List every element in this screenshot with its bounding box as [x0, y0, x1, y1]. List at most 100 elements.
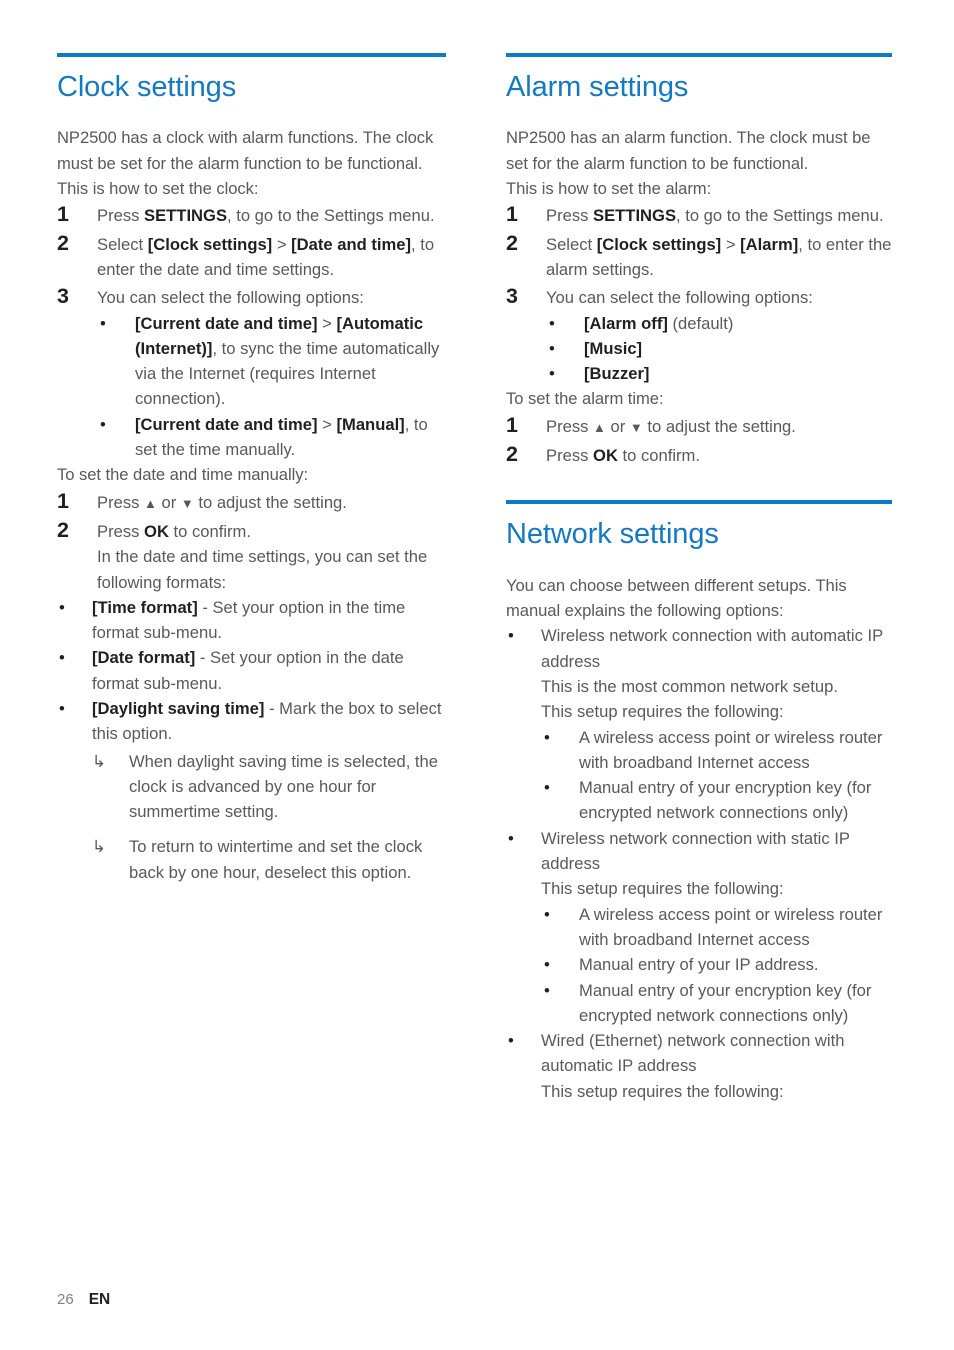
requirement-item: • Manual entry of your encryption key (f…: [541, 775, 892, 826]
step-number: 1: [57, 488, 69, 513]
note-item: ↳ When daylight saving time is selected,…: [92, 749, 446, 825]
bullet-text: [Time format] - Set your option in the t…: [92, 597, 406, 643]
bullet-dot: •: [508, 1031, 514, 1051]
step-number: 2: [506, 230, 518, 255]
alarm-intro-2: This is how to set the alarm:: [506, 179, 712, 199]
bullet-text: [Date format] - Set your option in the d…: [92, 648, 404, 693]
section-clock-settings: Clock settings NP2500 has a clock with a…: [57, 53, 446, 885]
alarm-steps-list: 1 Press SETTINGS, to go to the Settings …: [506, 202, 892, 387]
step-number: 2: [506, 442, 518, 467]
hook-arrow-icon: ↳: [92, 751, 106, 771]
option-desc-2: This setup requires the following:: [541, 1081, 784, 1101]
option-desc-2: This setup requires the following:: [541, 702, 784, 722]
manual-page: Clock settings NP2500 has a clock with a…: [0, 0, 954, 1350]
bullet-dot: •: [544, 904, 550, 924]
bullet-text: [Alarm off] (default): [584, 313, 734, 333]
bullet-dot: •: [59, 648, 65, 668]
step-number: 3: [57, 284, 69, 309]
step-text: You can select the following options:: [546, 288, 813, 308]
step-number: 2: [57, 230, 69, 255]
bullet-dot: •: [549, 364, 555, 384]
bullet-item: • [Daylight saving time] - Mark the box …: [57, 696, 446, 885]
step-text: Press ▲ or ▼ to adjust the setting.: [97, 492, 347, 512]
step-text: Press SETTINGS, to go to the Settings me…: [546, 206, 884, 226]
step-text: Select [Clock settings] > [Alarm], to en…: [546, 234, 892, 279]
bullet-dot: •: [544, 727, 550, 747]
bullet-item: • [Current date and time] > [Manual], to…: [97, 412, 446, 463]
bullet-text: [Current date and time] > [Manual], to s…: [135, 414, 428, 460]
page-footer: 26 EN: [57, 1291, 110, 1309]
option-desc-2: This setup requires the following:: [541, 879, 784, 899]
bullet-dot: •: [549, 338, 555, 358]
bullet-item: • [Current date and time] > [Automatic (…: [97, 311, 446, 412]
bullet-item: • [Alarm off] (default): [546, 311, 892, 336]
hook-arrow-icon: ↳: [92, 837, 106, 857]
step-number: 2: [57, 517, 69, 542]
page-title-network-settings: Network settings: [506, 518, 719, 551]
step-text: Press ▲ or ▼ to adjust the setting.: [546, 416, 796, 436]
requirement-item: • Manual entry of your encryption key (f…: [541, 978, 892, 1029]
clock-steps-list: 1 Press SETTINGS, to go to the Settings …: [57, 202, 446, 463]
step-item: 1 Press ▲ or ▼ to adjust the setting.: [57, 488, 446, 516]
step-text: You can select the following options:: [97, 288, 364, 308]
page-language: EN: [88, 1291, 111, 1308]
step-number: 1: [57, 202, 69, 227]
bullet-dot: •: [100, 414, 106, 434]
bullet-item: • [Buzzer]: [546, 361, 892, 386]
alarm-time-steps-list: 1 Press ▲ or ▼ to adjust the setting. 2 …: [506, 412, 892, 469]
option-title: Wireless network connection with static …: [541, 828, 850, 874]
bullet-dot: •: [100, 313, 106, 333]
requirement-item: • A wireless access point or wireless ro…: [541, 725, 892, 776]
alarm-time-intro: To set the alarm time:: [506, 389, 664, 409]
requirements-list: • A wireless access point or wireless ro…: [541, 725, 892, 826]
step-text: Press OK to confirm.: [546, 446, 700, 466]
section-network-settings: Network settings You can choose between …: [506, 500, 892, 1104]
step-item: 2 Select [Clock settings] > [Date and ti…: [57, 230, 446, 283]
bullet-dot: •: [59, 597, 65, 617]
requirement-text: Manual entry of your encryption key (for…: [579, 778, 872, 823]
page-number: 26: [57, 1291, 74, 1308]
two-column-layout: Clock settings NP2500 has a clock with a…: [0, 0, 954, 1104]
step-item: 2 Select [Clock settings] > [Alarm], to …: [506, 230, 892, 283]
step-item: 2 Press OK to confirm.: [506, 442, 892, 468]
step-extra-text: In the date and time settings, you can s…: [97, 547, 428, 592]
bullet-item: • [Time format] - Set your option in the…: [57, 595, 446, 646]
left-column: Clock settings NP2500 has a clock with a…: [0, 0, 477, 1104]
requirement-text: Manual entry of your IP address.: [579, 955, 819, 975]
bullet-item: • [Music]: [546, 336, 892, 361]
page-title-clock-settings: Clock settings: [57, 71, 237, 103]
requirement-item: • A wireless access point or wireless ro…: [541, 902, 892, 953]
bullet-dot: •: [544, 778, 550, 798]
bullet-text: [Current date and time] > [Automatic (In…: [135, 313, 440, 409]
note-item: ↳ To return to wintertime and set the cl…: [92, 834, 446, 885]
bullet-dot: •: [544, 955, 550, 975]
right-column: Alarm settings NP2500 has an alarm funct…: [477, 0, 954, 1104]
manual-set-intro: To set the date and time manually:: [57, 465, 309, 485]
alarm-option-bullets: • [Alarm off] (default) • [Music] • [Buz…: [546, 311, 892, 387]
bullet-item: • [Date format] - Set your option in the…: [57, 645, 446, 696]
triangle-down-icon: ▼: [629, 419, 643, 435]
bullet-dot: •: [508, 626, 514, 646]
bullet-item: • Wireless network connection with autom…: [506, 623, 892, 825]
step-item: 3 You can select the following options: …: [506, 284, 892, 387]
section-rule: [57, 53, 446, 57]
triangle-up-icon: ▲: [144, 495, 157, 511]
step-text: Press SETTINGS, to go to the Settings me…: [97, 206, 435, 226]
step-number: 3: [506, 284, 518, 309]
note-text: To return to wintertime and set the cloc…: [129, 837, 423, 882]
bullet-item: • Wireless network connection with stati…: [506, 826, 892, 1028]
daylight-notes-list: ↳ When daylight saving time is selected,…: [92, 749, 446, 885]
step-item: 1 Press ▲ or ▼ to adjust the setting.: [506, 412, 892, 440]
option-desc-1: This is the most common network setup.: [541, 676, 838, 696]
bullet-text: [Music]: [584, 338, 643, 358]
requirement-text: Manual entry of your encryption key (for…: [579, 980, 872, 1025]
clock-intro-paragraph: NP2500 has a clock with alarm functions.…: [57, 128, 434, 173]
option-title: Wireless network connection with automat…: [541, 626, 883, 671]
requirement-text: A wireless access point or wireless rout…: [579, 904, 883, 949]
manual-steps-list: 1 Press ▲ or ▼ to adjust the setting. 2 …: [57, 488, 446, 595]
network-options-list: • Wireless network connection with autom…: [506, 623, 892, 1104]
section-alarm-settings: Alarm settings NP2500 has an alarm funct…: [506, 53, 892, 468]
step-item: 1 Press SETTINGS, to go to the Settings …: [57, 202, 446, 228]
bullet-dot: •: [59, 699, 65, 718]
step-number: 1: [506, 412, 518, 437]
